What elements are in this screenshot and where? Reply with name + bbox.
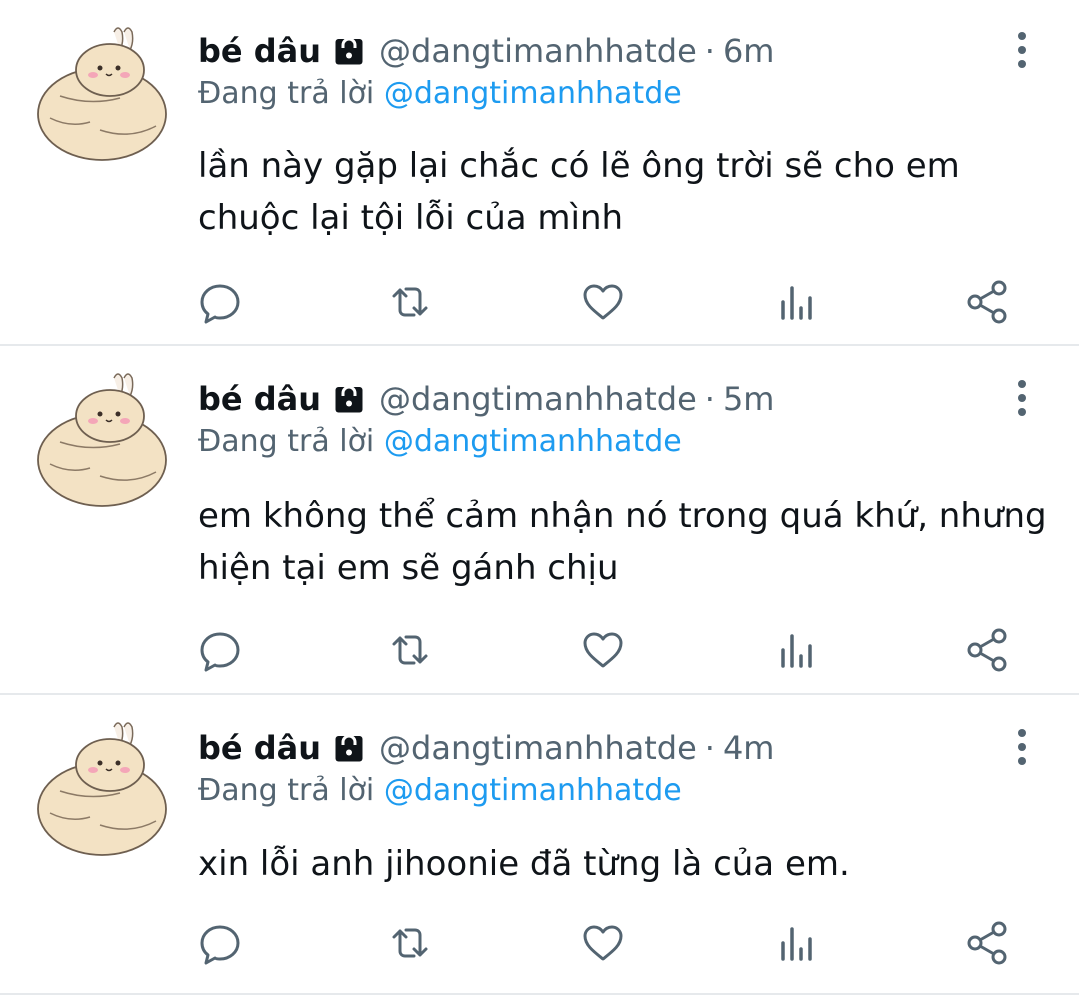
more-vertical-icon[interactable] [1007,378,1037,418]
reply-mention-link[interactable]: @dangtimanhhatde [384,424,682,459]
lock-icon [331,381,367,417]
display-name[interactable]: bé dâu [198,32,321,70]
avatar[interactable] [30,368,170,508]
tweet-header: bé dâu @dangtimanhhatde · 6m [198,28,774,74]
tweet-actions [0,626,1079,674]
reply-mention-link[interactable]: @dangtimanhhatde [384,773,682,808]
avatar[interactable] [30,717,170,857]
bar-chart-icon[interactable] [771,278,819,326]
tweet-header: bé dâu @dangtimanhhatde · 5m [198,376,774,422]
lock-icon [331,33,367,69]
tweet-text: lần này gặp lại chắc có lẽ ông trời sẽ c… [198,146,960,238]
separator-dot: · [704,729,715,767]
bar-chart-icon[interactable] [771,919,819,967]
bar-chart-icon[interactable] [771,626,819,674]
tweet-1[interactable]: bé dâu @dangtimanhhatde · 6m Đang trả lờ… [0,0,1079,346]
retweet-icon[interactable] [386,919,434,967]
lock-icon [331,730,367,766]
tweet-actions [0,919,1079,967]
tweet-text: xin lỗi anh jihoonie đã từng là của em. [198,844,850,884]
timestamp[interactable]: 4m [723,729,775,767]
comment-icon[interactable] [196,278,244,326]
heart-icon[interactable] [579,626,627,674]
display-name[interactable]: bé dâu [198,380,321,418]
share-icon[interactable] [963,919,1011,967]
timestamp[interactable]: 6m [723,32,775,70]
heart-icon[interactable] [579,919,627,967]
user-handle[interactable]: @dangtimanhhatde [379,32,697,70]
comment-icon[interactable] [196,626,244,674]
timestamp[interactable]: 5m [723,380,775,418]
tweet-2[interactable]: bé dâu @dangtimanhhatde · 5m Đang trả lờ… [0,346,1079,695]
replying-to-label: Đang trả lời [198,773,375,808]
tweet-3[interactable]: bé dâu @dangtimanhhatde · 4m Đang trả lờ… [0,695,1079,995]
heart-icon[interactable] [579,278,627,326]
separator-dot: · [704,32,715,70]
replying-to: Đang trả lời @dangtimanhhatde [198,76,682,111]
share-icon[interactable] [963,626,1011,674]
replying-to-label: Đang trả lời [198,424,375,459]
replying-to: Đang trả lời @dangtimanhhatde [198,773,682,808]
reply-mention-link[interactable]: @dangtimanhhatde [384,76,682,111]
avatar[interactable] [30,22,170,162]
retweet-icon[interactable] [386,278,434,326]
user-handle[interactable]: @dangtimanhhatde [379,729,697,767]
tweet-actions [0,278,1079,326]
tweet-text: em không thể cảm nhận nó trong quá khứ, … [198,496,1047,588]
replying-to-label: Đang trả lời [198,76,375,111]
display-name[interactable]: bé dâu [198,729,321,767]
more-vertical-icon[interactable] [1007,727,1037,767]
retweet-icon[interactable] [386,626,434,674]
tweet-header: bé dâu @dangtimanhhatde · 4m [198,725,774,771]
comment-icon[interactable] [196,919,244,967]
more-vertical-icon[interactable] [1007,30,1037,70]
separator-dot: · [704,380,715,418]
user-handle[interactable]: @dangtimanhhatde [379,380,697,418]
replying-to: Đang trả lời @dangtimanhhatde [198,424,682,459]
share-icon[interactable] [963,278,1011,326]
